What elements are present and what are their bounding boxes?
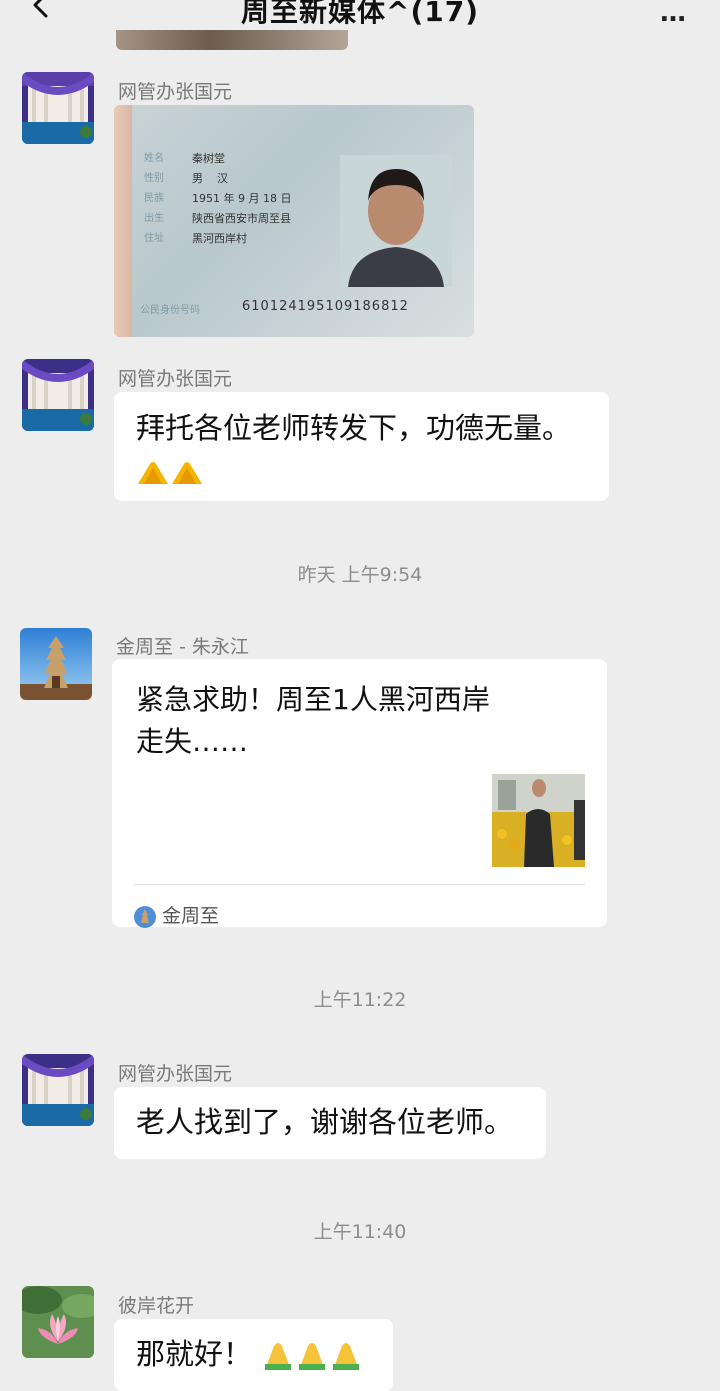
sender-name: 网管办张国元 [118, 368, 233, 390]
id-card-labels: 姓名 性别 民族 出生 住址 [144, 153, 164, 244]
pagoda-avatar[interactable] [20, 628, 92, 700]
id-number-label: 公民身份号码 [140, 305, 200, 316]
emoji-row [136, 449, 609, 494]
stage-curtain-avatar[interactable] [22, 72, 94, 144]
stage-curtain-avatar[interactable] [22, 359, 94, 431]
message-bubble[interactable]: 那就好！ [114, 1319, 393, 1391]
stage-curtain-avatar[interactable] [22, 1054, 94, 1126]
timestamp: 昨天 上午9:54 [297, 564, 423, 586]
finger [114, 105, 132, 337]
chat-header: 周至新媒体^(17) … [0, 0, 720, 30]
pray-hands-icon [138, 462, 168, 484]
pray-hands-icon [172, 462, 202, 484]
timestamp: 上午11:22 [313, 989, 407, 1011]
message-bubble[interactable]: 老人找到了，谢谢各位老师。 [114, 1087, 546, 1159]
message-text: 拜托各位老师转发下，功德无量。 [136, 411, 572, 445]
sender-name: 网管办张国元 [118, 81, 233, 103]
link-source: 金周至 [134, 894, 219, 939]
lotus-avatar[interactable] [22, 1286, 94, 1358]
sender-name: 金周至 - 朱永江 [116, 636, 249, 658]
sender-name: 彼岸花开 [118, 1295, 195, 1317]
message-bubble[interactable]: 拜托各位老师转发下，功德无量。 [114, 392, 609, 501]
folded-hands-icon [333, 1343, 360, 1370]
more-icon[interactable]: … [660, 0, 688, 28]
divider [134, 884, 585, 885]
sender-name: 网管办张国元 [118, 1063, 233, 1085]
chat-title: 周至新媒体^(17) [240, 0, 480, 28]
folded-hands-icon [299, 1343, 326, 1370]
id-number: 610124195109186812 [242, 299, 409, 314]
folded-hands-icon [265, 1343, 292, 1370]
link-title: 紧急求助！周至1人黑河西岸走失…… [136, 683, 490, 758]
previous-image-message[interactable] [116, 30, 348, 50]
id-card-values: 秦树堂 男 汉 1951 年 9 月 18 日 陕西省西安市周至县 黑河西岸村 [192, 152, 292, 245]
timestamp: 上午11:40 [313, 1221, 407, 1243]
link-thumbnail[interactable] [492, 774, 585, 867]
pagoda-source-icon [134, 905, 156, 928]
id-card-photo[interactable]: 姓名 性别 民族 出生 住址 秦树堂 男 汉 1951 年 9 月 18 日 陕… [114, 105, 474, 337]
message-text: 老人找到了，谢谢各位老师。 [136, 1105, 514, 1139]
id-portrait [340, 155, 452, 287]
message-text: 那就好！ [136, 1337, 253, 1371]
